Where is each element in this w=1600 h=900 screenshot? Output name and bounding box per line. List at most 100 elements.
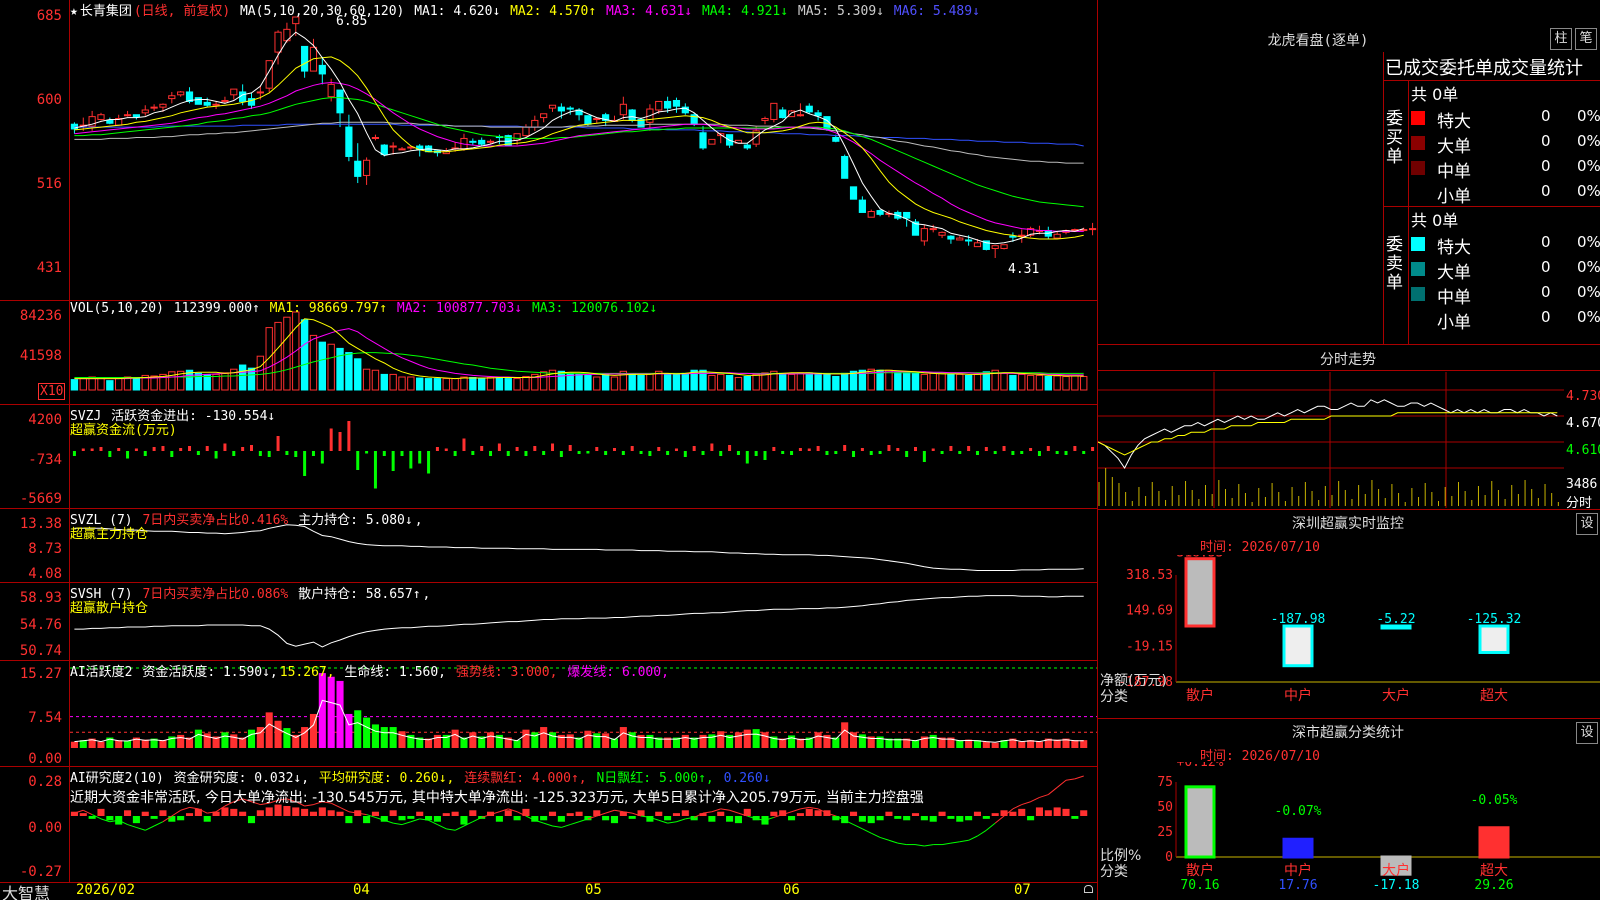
- research-bar: [309, 811, 318, 816]
- volume-bar: [575, 373, 583, 391]
- activity-bar: [743, 729, 751, 748]
- activity-bar: [97, 741, 105, 748]
- ai1-y-label: 0.00: [28, 751, 62, 767]
- favorite-star-icon[interactable]: ★: [70, 4, 78, 19]
- candle: [478, 139, 486, 145]
- research-bar: [832, 816, 840, 821]
- research-bar: [858, 816, 866, 822]
- activity-bar: [513, 740, 521, 748]
- lhkp-row-label: 特大: [1437, 112, 1471, 132]
- activity-bar: [1071, 740, 1079, 748]
- candle: [991, 245, 999, 250]
- activity-bar: [486, 732, 495, 748]
- activity-bar: [717, 731, 725, 748]
- candle: [796, 114, 805, 117]
- research-curve: [145, 825, 155, 831]
- research-curve: [853, 824, 863, 830]
- flow-bar: [1091, 447, 1095, 451]
- svzj-y-label: -5669: [19, 491, 62, 507]
- flow-bar: [905, 451, 909, 457]
- research-bar: [655, 811, 663, 816]
- volume-bar: [894, 371, 902, 391]
- candle: [221, 99, 229, 102]
- research-curve: [968, 835, 978, 841]
- y-axis-label: 0: [1165, 850, 1173, 865]
- flow-bar: [993, 451, 997, 454]
- ai1-burst: 爆发线: 6.000,: [567, 665, 669, 680]
- flow-bar: [621, 451, 625, 455]
- volume-bar: [840, 372, 849, 391]
- flow-bar: [258, 451, 262, 456]
- ma3-value: MA3: 4.631↓: [606, 4, 693, 19]
- ai2-header: AI研究度2(10) 资金研究度: 0.032↓, 平均研究度: 0.260↓,…: [70, 767, 773, 786]
- bar-top-label: -0.07%: [1275, 804, 1322, 819]
- activity-bar: [371, 724, 379, 748]
- volume-bar: [557, 370, 566, 391]
- lhkp-title: 龙虎看盘(逐单): [1267, 33, 1369, 49]
- flow-bar: [409, 451, 413, 469]
- category-label: 超大: [1480, 863, 1508, 879]
- research-curve: [561, 824, 571, 828]
- research-bar: [717, 811, 725, 816]
- chart-mode[interactable]: (日线, 前复权): [134, 4, 230, 19]
- research-bar: [256, 810, 264, 816]
- ai1-y-label: 15.27: [19, 666, 62, 682]
- research-curve: [1074, 775, 1084, 780]
- candle: [770, 102, 778, 120]
- sz-class-settings-button[interactable]: 设: [1576, 722, 1598, 744]
- research-bar: [885, 811, 893, 816]
- volume-bar: [920, 373, 929, 391]
- research-bar: [185, 813, 194, 816]
- ai2-avg: 平均研究度: 0.260↓,: [318, 771, 455, 786]
- research-bar: [150, 816, 158, 819]
- fenshi-y-label: 4.670: [1566, 416, 1600, 431]
- flow-bar: [170, 451, 174, 457]
- flow-bar: [790, 451, 794, 455]
- flow-bar: [179, 448, 183, 451]
- bar-value-label: -187.98: [1271, 612, 1326, 627]
- bar-view-button[interactable]: 柱: [1550, 28, 1572, 50]
- flow-bar: [798, 448, 802, 451]
- volume-bar: [274, 321, 282, 391]
- flow-bar: [444, 448, 448, 451]
- flow-bar: [745, 451, 749, 464]
- lhkp-row-value: 0: [1541, 258, 1551, 276]
- research-bar: [371, 811, 379, 816]
- volume-bar: [708, 374, 716, 391]
- research-bar: [664, 816, 672, 821]
- lock-icon[interactable]: [1084, 885, 1093, 893]
- candlestick-chart[interactable]: [70, 0, 1097, 300]
- svzl-y-label: 8.73: [28, 541, 62, 557]
- volume-bar: [929, 372, 937, 391]
- activity-bar: [274, 720, 282, 748]
- sz-monitor-settings-button[interactable]: 设: [1576, 513, 1598, 535]
- flow-bar: [781, 451, 785, 454]
- unit-label: 比例%: [1100, 848, 1141, 864]
- flow-bar: [188, 446, 192, 451]
- bar-rect: [1184, 785, 1216, 859]
- research-bar: [628, 816, 636, 819]
- lhkp-row-label: 特大: [1437, 238, 1471, 258]
- svzj-y-label: 4200: [28, 412, 62, 428]
- research-curve: [437, 824, 447, 830]
- research-curve: [959, 839, 969, 843]
- volume-bar: [345, 352, 353, 391]
- color-swatch: [1411, 161, 1425, 175]
- candle: [973, 242, 982, 248]
- y-axis-label: 318.53: [1126, 568, 1173, 583]
- research-curve: [941, 842, 951, 846]
- flow-bar: [577, 451, 581, 454]
- buy-total: 共 0单: [1411, 85, 1459, 104]
- bar-rect: [1282, 837, 1314, 859]
- category-bar: [1282, 837, 1314, 859]
- candle: [132, 114, 140, 118]
- ai2-v5: 0.260↓: [723, 771, 771, 786]
- candle: [557, 106, 565, 112]
- intraday-chart[interactable]: [1098, 372, 1564, 508]
- retail-holding-line: [74, 595, 1084, 648]
- ai2-y-label: 0.28: [28, 774, 62, 790]
- flow-bar: [816, 446, 820, 451]
- candle: [469, 140, 477, 143]
- tick-view-button[interactable]: 笔: [1575, 28, 1597, 50]
- candle: [655, 100, 663, 111]
